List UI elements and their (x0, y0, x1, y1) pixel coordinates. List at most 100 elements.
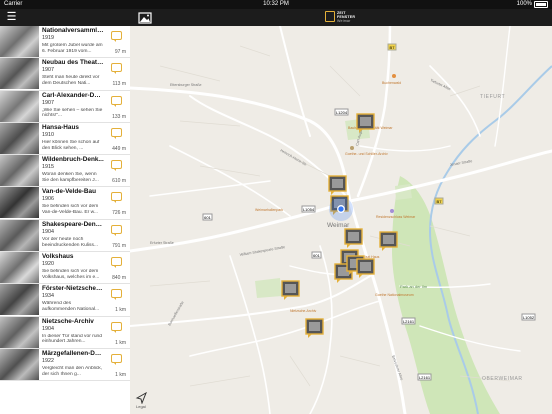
historic-photo-thumbnail (0, 26, 39, 57)
item-description: Vor der heute noch beeindruckenden Kulis… (42, 236, 99, 248)
item-distance: 97 m (114, 49, 126, 55)
speech-bubble-icon[interactable] (111, 224, 122, 236)
historic-photo-thumbnail (0, 58, 39, 90)
item-year: 1920 (42, 261, 54, 268)
historic-photo-thumbnail (0, 316, 39, 348)
item-year: 1907 (42, 67, 54, 74)
historic-photo-thumbnail (0, 187, 39, 219)
road-label: L2161 (419, 375, 431, 380)
item-title: Wildenbruch-Denk... (42, 156, 104, 164)
item-description: „Wie Sie sehen – sehen Sie nichts!"... (42, 107, 103, 119)
list-item[interactable]: Wildenbruch-Denk... 1915 Woran denken Sie,… (0, 155, 130, 188)
speech-bubble-icon[interactable] (111, 353, 122, 365)
item-distance: 610 m (112, 178, 126, 185)
item-description: Während des aufkommenden National... (42, 301, 100, 313)
poi-label: Weimarhallenpark (255, 208, 283, 212)
road-label: L1054 (303, 207, 315, 212)
item-year: 1915 (42, 164, 54, 171)
photo-icon[interactable] (138, 11, 152, 24)
list-item[interactable]: Märzgefallenen-Den... 1922 Vergleicht man … (0, 348, 130, 382)
item-description: Hier können Sie schon auf den Blick sehe… (42, 139, 100, 151)
item-year: 1906 (42, 196, 54, 203)
road-label: L1052 (523, 315, 535, 320)
item-distance: 113 m (112, 81, 126, 88)
window-logo-icon (325, 11, 335, 22)
logo-word-3: Weimar (337, 19, 351, 23)
item-description: Woran denken Sie, wenn Sie den kampfbere… (42, 172, 99, 183)
item-distance: 449 m (112, 145, 126, 152)
list-item[interactable]: Volkshaus 1920 Sie befinden sich vor dem V… (0, 252, 130, 285)
item-title: Hansa-Haus (42, 123, 79, 131)
green-area (255, 278, 282, 298)
battery-percent: 100% (516, 1, 532, 7)
battery-icon (534, 1, 548, 8)
speech-bubble-icon[interactable] (111, 95, 122, 107)
historic-photo-thumbnail (0, 219, 39, 251)
item-title: Volkshaus (42, 253, 74, 261)
road-label: 601 (313, 253, 320, 258)
speech-bubble-icon[interactable] (111, 257, 122, 269)
historic-photo-thumbnail (0, 284, 39, 316)
item-year: 1904 (42, 325, 54, 332)
item-year: 1907 (42, 99, 54, 106)
road-label: L1204 (336, 110, 348, 115)
list-item[interactable]: Hansa-Haus 1910 Hier können Sie schon auf … (0, 122, 130, 156)
road-label: L2161 (403, 319, 415, 324)
item-title: Shakespeare-Denk... (42, 220, 104, 228)
item-title: Märzgefallenen-Den... (42, 349, 104, 357)
item-title: Neubau des Theaters (42, 59, 104, 67)
road-label: B7 (437, 199, 443, 204)
speech-bubble-icon[interactable] (111, 63, 122, 75)
item-title: Förster-Nietzsche &... (42, 285, 104, 293)
item-distance: 726 m (112, 210, 126, 217)
district-label: OBERWEIMAR (482, 376, 523, 382)
historic-photo-thumbnail (0, 252, 39, 284)
speech-bubble-icon[interactable] (111, 127, 122, 139)
location-arrow-icon[interactable] (135, 391, 147, 405)
item-year: 1919 (42, 35, 54, 41)
speech-bubble-icon[interactable] (111, 31, 122, 42)
item-distance: 840 m (112, 275, 126, 282)
legal-link[interactable]: Legal (136, 404, 146, 409)
poi-dot (390, 209, 394, 213)
hamburger-menu-icon[interactable]: ☰ (6, 12, 17, 23)
item-title: Nietzsche-Archiv (42, 317, 94, 325)
speech-bubble-icon[interactable] (111, 289, 122, 301)
app-logo: ZEIT FENSTER Weimar (325, 11, 355, 23)
item-distance: 133 m (112, 113, 126, 120)
item-description: Steht man heute direkt vor dem Deutschen… (42, 75, 100, 87)
poi-label: Goethe Nationalmuseum (375, 293, 414, 297)
park-label: Park an der Ilm (400, 284, 428, 289)
clock: 10:32 PM (263, 1, 289, 7)
item-distance: 1 km (115, 339, 126, 346)
speech-bubble-icon[interactable] (111, 321, 122, 333)
item-description: Vergleicht man den Anblick, der sich Ihn… (42, 365, 103, 377)
list-item[interactable]: Neubau des Theaters 1907 Steht man heute d… (0, 58, 130, 91)
poi-label: Goethe- und Schiller-Archiv (345, 152, 388, 156)
top-bar: ☰ ZEIT FENSTER Weimar (0, 9, 552, 26)
city-label: Weimar (327, 222, 350, 229)
user-location-dot (337, 205, 345, 213)
road-label: 601 (204, 215, 211, 220)
list-item[interactable]: Shakespeare-Denk... 1904 Vor der heute noc… (0, 219, 130, 253)
list-item[interactable]: Nietzsche-Archiv 1904 In dieser Tür stand … (0, 316, 130, 349)
street-label: Ettersburger Straße (170, 83, 202, 87)
list-item[interactable]: Van-de-Velde-Bau 1906 Sie befinden sich vo… (0, 187, 130, 220)
item-title: Nationalversammlung (42, 27, 104, 34)
speech-bubble-icon[interactable] (111, 192, 122, 204)
poi-label: Residenzschloss Weimar (376, 215, 416, 219)
historic-photo-thumbnail (0, 155, 39, 187)
list-item[interactable]: Nationalversammlung 1919 Mit großem Jubel … (0, 26, 130, 59)
item-description: In dieser Tür stand vor rund einhundert … (42, 333, 102, 345)
road-label: B7 (390, 45, 396, 50)
street-label: Erfurter Straße (150, 241, 174, 245)
list-item[interactable]: Förster-Nietzsche &... 1934 Während des au… (0, 284, 130, 317)
historic-photo-thumbnail (0, 348, 39, 380)
item-title: Carl-Alexander-Den... (42, 91, 104, 99)
item-description: Sie befinden sich vor dem Van-de-Velde-B… (42, 204, 99, 216)
status-bar: Carrier 10:32 PM 100% (0, 0, 552, 9)
map-view[interactable]: B7 B7 L1054 601 601 L2161 L2161 L1052 L1… (130, 26, 552, 414)
speech-bubble-icon[interactable] (111, 160, 122, 172)
list-item[interactable]: Carl-Alexander-Den... 1907 „Wie Sie sehen … (0, 90, 130, 123)
poi-dot (350, 146, 354, 150)
